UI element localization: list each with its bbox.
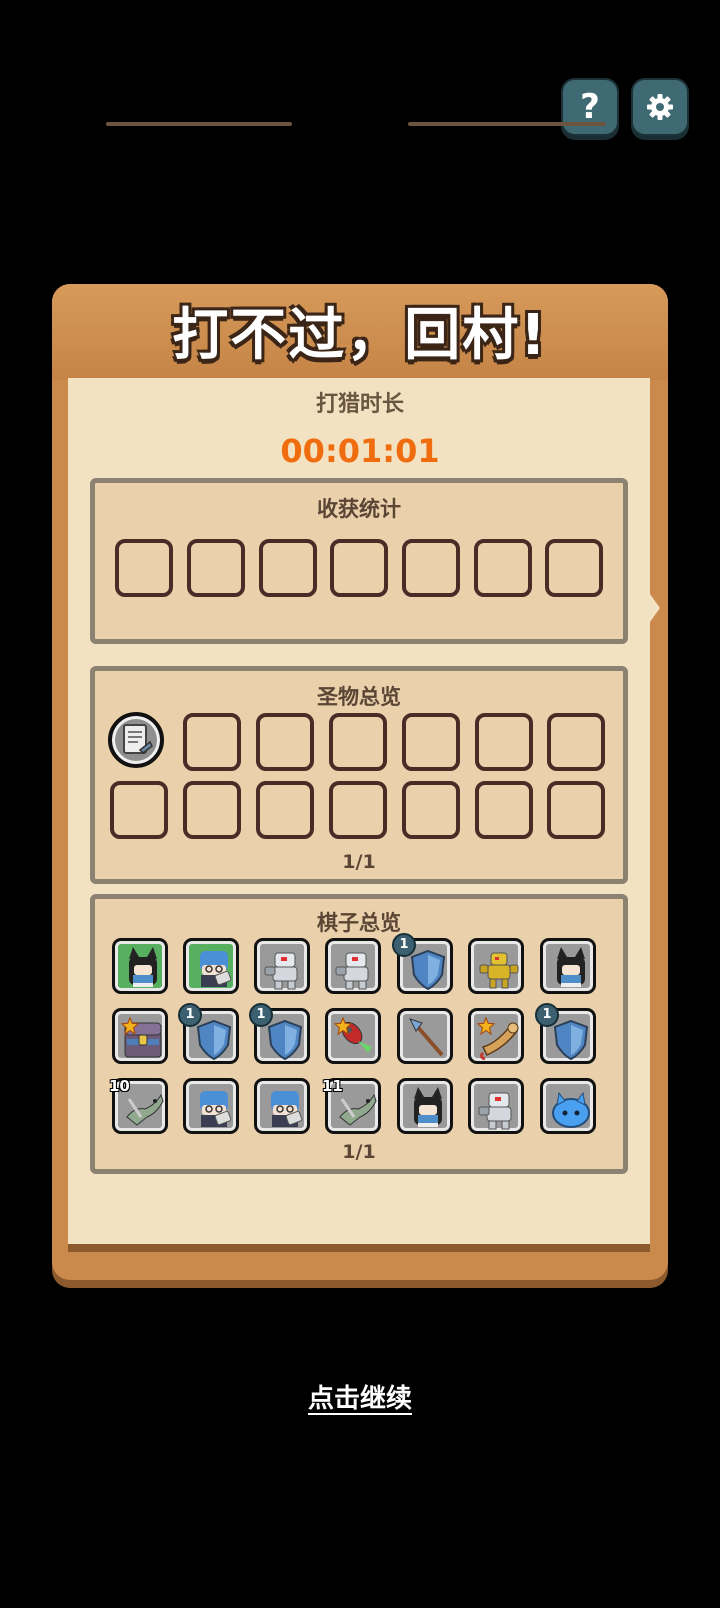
piece-card[interactable] [397, 1078, 453, 1134]
settings-button[interactable] [631, 78, 689, 136]
piece-card[interactable] [254, 938, 310, 994]
catgirl-icon [557, 947, 585, 987]
pieces-page-indicator: 1/1 [342, 1141, 376, 1163]
relic-slot[interactable] [256, 781, 314, 839]
piece-card[interactable]: 1 [178, 1003, 239, 1064]
harvest-slot [330, 539, 388, 597]
divider-left [106, 122, 292, 126]
piece-card[interactable]: 11 [322, 1077, 381, 1134]
gear-icon [647, 94, 673, 120]
scroll-paper-icon [123, 724, 153, 754]
relic-slot[interactable] [547, 713, 605, 771]
continue-button[interactable]: 点击继续 [0, 1378, 720, 1415]
piece-card[interactable] [468, 938, 524, 994]
harvest-panel: 收获统计 [90, 478, 628, 644]
blue-mage-icon [200, 1091, 232, 1127]
piece-card[interactable] [254, 1078, 310, 1134]
shield-icon [267, 1019, 303, 1061]
robot-icon [478, 1092, 512, 1130]
piece-card[interactable] [468, 1008, 524, 1064]
harvest-title: 收获统计 [317, 497, 401, 521]
piece-card[interactable] [183, 938, 239, 994]
relic-title: 圣物总览 [317, 685, 401, 709]
piece-card[interactable] [112, 1008, 168, 1064]
level-label: 10 [109, 1077, 130, 1095]
relic-slot[interactable] [475, 713, 533, 771]
relic-slot[interactable] [402, 781, 460, 839]
count-badge: 1 [535, 1003, 559, 1027]
help-icon: ? [580, 87, 600, 127]
relic-slot[interactable] [183, 781, 241, 839]
piece-card[interactable] [325, 1008, 381, 1064]
harvest-slot [259, 539, 317, 597]
blue-mage-icon [200, 951, 232, 987]
piece-card[interactable] [325, 938, 381, 994]
level-label: 11 [322, 1077, 343, 1095]
piece-card[interactable] [540, 938, 596, 994]
count-badge: 1 [249, 1003, 273, 1027]
blue-mage-icon [271, 1091, 303, 1127]
count-badge: 1 [392, 933, 416, 957]
piece-card[interactable] [397, 1008, 453, 1064]
star-icon [121, 1017, 139, 1035]
shield-icon [196, 1019, 232, 1061]
relic-item[interactable] [108, 712, 164, 768]
divider-right [408, 122, 606, 126]
star-icon [477, 1017, 495, 1035]
hunt-duration-label: 打猎时长 [315, 392, 404, 417]
harvest-slot [115, 539, 173, 597]
result-title: 打不过，回村! [172, 303, 548, 368]
relic-page-indicator: 1/1 [342, 851, 376, 873]
pieces-title: 棋子总览 [317, 911, 401, 935]
shield-icon [553, 1019, 589, 1061]
blue-slime-icon [552, 1091, 590, 1128]
relic-slot[interactable] [110, 781, 168, 839]
piece-card[interactable] [468, 1078, 524, 1134]
relic-slot[interactable] [329, 713, 387, 771]
piece-card[interactable]: 10 [109, 1077, 168, 1134]
relic-slot[interactable] [183, 713, 241, 771]
robot-icon [264, 952, 298, 990]
catgirl-icon [414, 1087, 442, 1127]
piece-card[interactable] [183, 1078, 239, 1134]
hunt-timer: 00:01:01 [280, 432, 440, 470]
relic-panel: 圣物总览 1/1 [90, 666, 628, 884]
harvest-slot [187, 539, 245, 597]
star-icon [334, 1017, 352, 1035]
shield-icon [410, 949, 446, 991]
piece-card[interactable] [540, 1078, 596, 1134]
robot-icon [335, 952, 369, 990]
piece-card[interactable]: 1 [535, 1003, 596, 1064]
count-badge: 1 [178, 1003, 202, 1027]
piece-card[interactable] [112, 938, 168, 994]
harvest-slot [545, 539, 603, 597]
help-button[interactable]: ? [561, 78, 619, 136]
piece-card[interactable]: 1 [249, 1003, 310, 1064]
harvest-slot [474, 539, 532, 597]
relic-slot[interactable] [329, 781, 387, 839]
relic-slot[interactable] [475, 781, 533, 839]
relic-slot[interactable] [256, 713, 314, 771]
harvest-slot [402, 539, 460, 597]
relic-slot[interactable] [547, 781, 605, 839]
gold-robot-icon [479, 952, 519, 989]
catgirl-icon [129, 947, 157, 987]
relic-slot[interactable] [402, 713, 460, 771]
piece-card[interactable]: 1 [392, 933, 453, 994]
spear-icon [409, 1018, 444, 1057]
